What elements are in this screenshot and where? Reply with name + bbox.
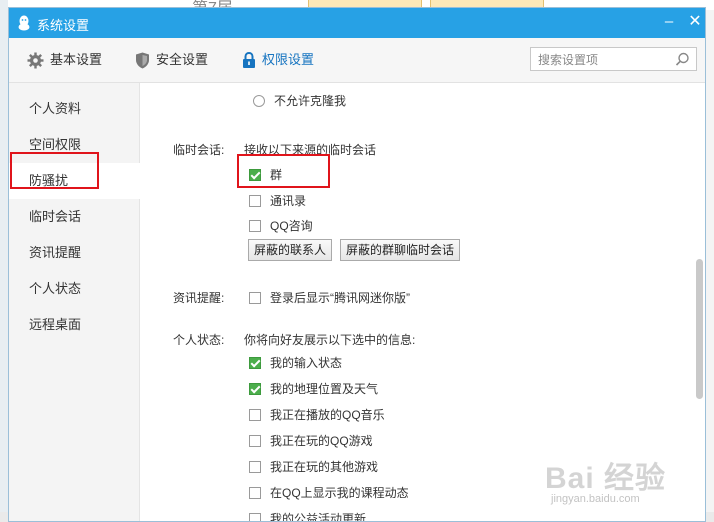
other-games-label: 我正在玩的其他游戏 — [270, 460, 379, 474]
group-label: 群 — [270, 168, 283, 182]
tab-basic-settings[interactable]: 基本设置 — [27, 51, 102, 69]
temp-session-option-contacts[interactable]: 通讯录 — [249, 192, 306, 209]
course-activity-label: 在QQ上显示我的课程动态 — [270, 486, 409, 500]
typing-status-checkbox[interactable] — [249, 356, 261, 369]
title-bar[interactable]: 系统设置 – ✕ — [9, 8, 705, 38]
qq-penguin-icon — [18, 15, 30, 31]
minimize-button[interactable]: – — [659, 12, 679, 32]
close-button[interactable]: ✕ — [685, 12, 705, 32]
location-weather-checkbox[interactable] — [249, 382, 261, 395]
temp-session-option-qq-consult[interactable]: QQ咨询 — [249, 217, 313, 234]
blocked-contacts-button[interactable]: 屏蔽的联系人 — [248, 239, 333, 261]
clone-option-row[interactable]: 不允许克隆我 — [253, 92, 346, 109]
course-activity-checkbox[interactable] — [249, 486, 261, 499]
settings-window: 系统设置 – ✕ 基本设置 安全设置 权限设置 搜索设置项 个人资料 空间权限 … — [8, 7, 706, 522]
shield-icon — [136, 52, 149, 68]
news-option-row[interactable]: 登录后显示“腾讯网迷你版” — [249, 289, 410, 306]
window-title: 系统设置 — [37, 18, 90, 33]
mini-news-label: 登录后显示“腾讯网迷你版” — [270, 291, 410, 305]
status-option-course-activity[interactable]: 在QQ上显示我的课程动态 — [249, 484, 409, 501]
qq-consult-checkbox[interactable] — [249, 219, 261, 232]
sidebar-item-space-permissions[interactable]: 空间权限 — [9, 127, 139, 163]
location-weather-label: 我的地理位置及天气 — [270, 382, 379, 396]
status-option-typing[interactable]: 我的输入状态 — [249, 354, 342, 371]
status-option-other-games[interactable]: 我正在玩的其他游戏 — [249, 458, 378, 475]
search-box — [530, 47, 697, 72]
qq-music-checkbox[interactable] — [249, 408, 261, 421]
status-option-qq-game[interactable]: 我正在玩的QQ游戏 — [249, 432, 373, 449]
tab-security-settings-label: 安全设置 — [156, 52, 209, 67]
settings-content: 不允许克隆我 临时会话: 接收以下来源的临时会话 群 通讯录 QQ咨询 屏蔽的联… — [140, 83, 705, 522]
sidebar-item-profile[interactable]: 个人资料 — [9, 91, 139, 127]
blocked-group-chats-button[interactable]: 屏蔽的群聊临时会话 — [340, 239, 461, 261]
contacts-checkbox[interactable] — [249, 194, 261, 207]
sidebar-item-remote-desktop[interactable]: 远程桌面 — [9, 307, 139, 343]
qq-music-label: 我正在播放的QQ音乐 — [270, 408, 385, 422]
sidebar-item-anti-harassment[interactable]: 防骚扰 — [9, 163, 140, 199]
sidebar-item-personal-status[interactable]: 个人状态 — [9, 271, 139, 307]
gear-icon — [27, 52, 44, 68]
status-description: 你将向好友展示以下选中的信息: — [244, 333, 416, 347]
tab-permission-settings[interactable]: 权限设置 — [242, 51, 314, 69]
tab-basic-settings-label: 基本设置 — [50, 52, 103, 67]
status-section-label: 个人状态: — [173, 333, 225, 347]
sidebar-item-news-reminder[interactable]: 资讯提醒 — [9, 235, 139, 271]
temp-session-section-label: 临时会话: — [173, 143, 225, 157]
typing-status-label: 我的输入状态 — [270, 356, 343, 370]
temp-session-option-group[interactable]: 群 — [249, 166, 282, 183]
status-option-charity-updates[interactable]: 我的公益活动更新 — [249, 510, 367, 522]
temp-session-description: 接收以下来源的临时会话 — [244, 143, 377, 157]
tab-bar: 基本设置 安全设置 权限设置 — [9, 38, 705, 83]
search-input[interactable] — [531, 48, 675, 72]
no-clone-label: 不允许克隆我 — [274, 94, 347, 108]
qq-consult-label: QQ咨询 — [270, 219, 313, 233]
background-left-edge — [0, 0, 8, 522]
other-games-checkbox[interactable] — [249, 460, 261, 473]
no-clone-radio[interactable] — [253, 94, 265, 107]
content-scrollbar[interactable] — [696, 259, 703, 399]
search-icon[interactable] — [675, 52, 690, 67]
status-option-location-weather[interactable]: 我的地理位置及天气 — [249, 380, 378, 397]
contacts-label: 通讯录 — [270, 194, 307, 208]
mini-news-checkbox[interactable] — [249, 291, 261, 304]
group-checkbox[interactable] — [249, 168, 261, 181]
status-option-qq-music[interactable]: 我正在播放的QQ音乐 — [249, 406, 385, 423]
qq-game-checkbox[interactable] — [249, 434, 261, 447]
tab-security-settings[interactable]: 安全设置 — [135, 51, 208, 69]
news-section-label: 资讯提醒: — [173, 291, 225, 305]
lock-icon — [243, 51, 255, 68]
charity-updates-checkbox[interactable] — [249, 512, 261, 521]
sidebar: 个人资料 空间权限 防骚扰 临时会话 资讯提醒 个人状态 远程桌面 — [9, 83, 140, 521]
charity-updates-label: 我的公益活动更新 — [270, 512, 367, 522]
tab-permission-settings-label: 权限设置 — [262, 52, 315, 67]
sidebar-item-temp-session[interactable]: 临时会话 — [9, 199, 139, 235]
qq-game-label: 我正在玩的QQ游戏 — [270, 434, 373, 448]
